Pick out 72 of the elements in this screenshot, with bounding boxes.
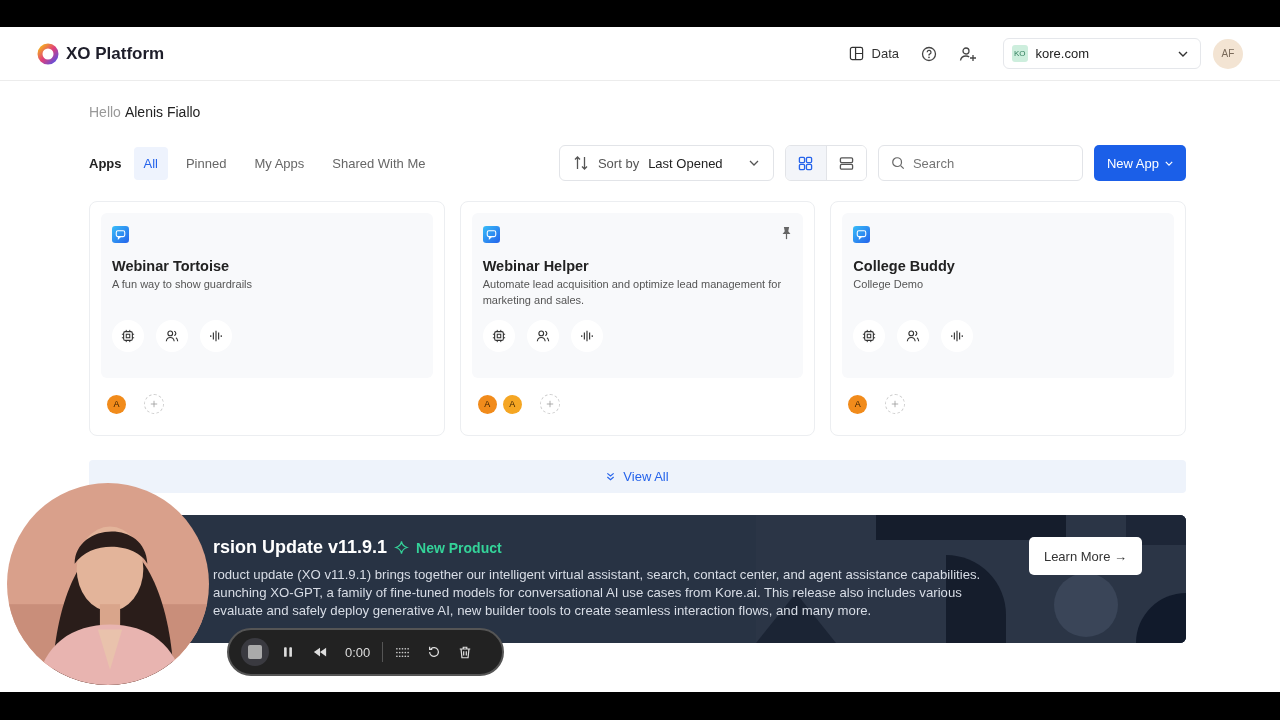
chip-icon[interactable] — [482, 320, 515, 352]
app-card[interactable]: Webinar Tortoise A fun way to show guardrails A — [89, 201, 445, 436]
user-avatar[interactable]: AF — [1213, 38, 1243, 69]
sparkle-icon — [394, 540, 410, 555]
voice-icon[interactable] — [200, 320, 232, 352]
users-icon[interactable] — [526, 320, 559, 352]
view-all-button[interactable]: View All — [89, 460, 1186, 493]
sort-label: Sort by — [597, 155, 640, 171]
search-field[interactable]: Search — [877, 145, 1083, 181]
app-description: A fun way to show guardrails — [112, 277, 254, 292]
caret-icon — [1165, 160, 1173, 166]
chat-app-icon — [112, 226, 129, 243]
workspace-badge: KO — [1012, 45, 1028, 62]
banner-text: evaluate and safely deploy generative AI, new builder tools to create seamless interaction flows, and many more. — [213, 602, 873, 620]
voice-icon[interactable] — [941, 320, 974, 352]
grid-icon — [798, 155, 814, 171]
member-avatar: A — [107, 394, 126, 414]
filter-tab[interactable]: My Apps — [244, 146, 315, 180]
member-avatar: A — [477, 394, 497, 414]
grid-view-button[interactable] — [785, 146, 826, 180]
filter-tab[interactable]: Shared With Me — [322, 146, 436, 180]
layout-icon — [848, 46, 864, 61]
data-link[interactable]: Data — [848, 46, 899, 61]
sort-icon — [572, 155, 589, 171]
pause-icon[interactable] — [281, 645, 295, 659]
banner-text: aunching XO-GPT, a family of fine-tuned models for conversational AI use cases from Kore.ai. This release also includes various — [213, 584, 963, 602]
app-card[interactable]: Webinar Helper Automate lead acquisition and optimize lead management for marketing and sales. A A — [459, 201, 816, 436]
voice-icon[interactable] — [570, 320, 603, 352]
rewind-icon[interactable] — [312, 645, 328, 659]
app-description: College Demo — [853, 277, 925, 292]
users-icon[interactable] — [897, 320, 930, 352]
member-avatar: A — [848, 394, 868, 414]
banner-text: roduct update (XO v11.9.1) brings together our intelligent virtual assistant, search, contact center, and agent assistance capabilities. — [213, 566, 981, 584]
chat-app-icon — [482, 226, 500, 243]
member-avatar: A — [502, 394, 522, 414]
caret-icon — [1178, 50, 1188, 57]
chip-icon[interactable] — [853, 320, 886, 352]
caret-icon — [748, 160, 759, 166]
chip-icon[interactable] — [112, 320, 144, 352]
double-chevron-icon — [606, 472, 616, 481]
app-description: Automate lead acquisition and optimize lead management for marketing and sales. — [482, 277, 783, 308]
sort-value: Last Opened — [648, 155, 724, 171]
list-view-button[interactable] — [825, 146, 866, 180]
list-icon — [838, 155, 854, 171]
help-icon[interactable] — [921, 45, 937, 62]
app-title: Webinar Tortoise — [112, 258, 231, 274]
workspace-name: kore.com — [1035, 46, 1091, 61]
logo-text: XO Platform — [66, 43, 165, 64]
filter-tab[interactable]: All — [133, 146, 168, 180]
app-title: Webinar Helper — [482, 258, 590, 274]
restart-icon[interactable] — [427, 645, 442, 659]
logo-icon — [37, 42, 59, 65]
new-product-tag: New Product — [416, 539, 502, 556]
recording-time: 0:00 — [345, 644, 371, 660]
users-icon[interactable] — [156, 320, 188, 352]
learn-more-button[interactable]: Learn More → — [1028, 537, 1142, 575]
filter-tab[interactable]: Pinned — [175, 146, 237, 180]
sort-dropdown[interactable]: Sort by Last Opened — [558, 145, 774, 181]
apps-heading: Apps — [89, 155, 122, 171]
greeting-text: Hello — [89, 104, 121, 120]
new-app-button[interactable]: New App — [1093, 145, 1186, 181]
chat-app-icon — [853, 226, 871, 243]
pin-icon[interactable] — [781, 226, 793, 240]
trash-icon[interactable] — [458, 644, 473, 660]
app-card[interactable]: College Buddy College Demo A — [830, 201, 1186, 436]
add-user-icon[interactable] — [959, 45, 977, 62]
banner-title: rsion Update v11.9.1 — [213, 537, 388, 558]
app-title: College Buddy — [853, 258, 956, 274]
user-name: Alenis Fiallo — [124, 104, 201, 120]
stop-button[interactable] — [241, 638, 269, 666]
search-icon — [890, 156, 905, 170]
workspace-dropdown[interactable]: KO kore.com — [1003, 38, 1201, 69]
